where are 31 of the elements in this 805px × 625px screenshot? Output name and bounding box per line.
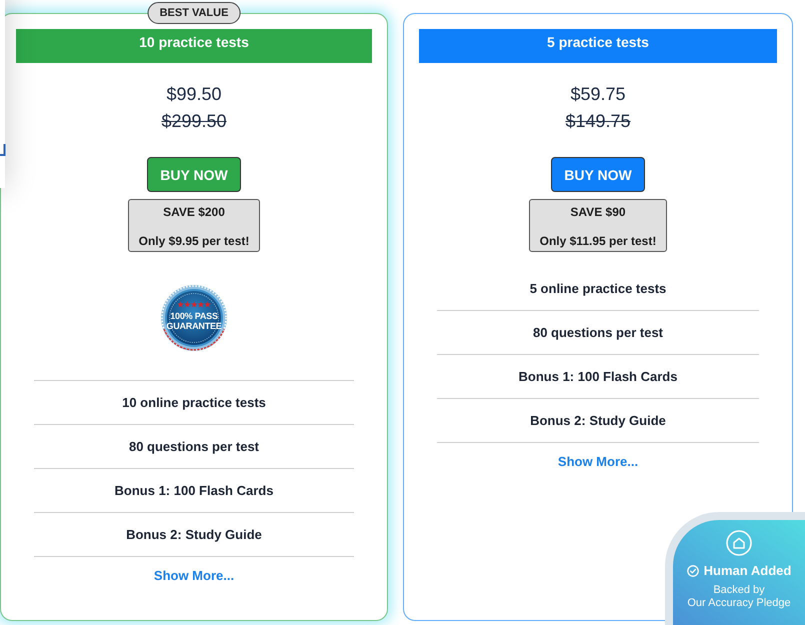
best-value-badge: BEST VALUE — [148, 2, 240, 24]
feature-text: Bonus 1: 100 Flash Cards — [518, 369, 678, 384]
plan-title-bar: 5 practice tests — [419, 29, 777, 63]
feature-text: Bonus 1: 100 Flash Cards — [114, 483, 274, 498]
show-more-link[interactable]: Show More... — [558, 453, 638, 471]
house-icon — [726, 530, 752, 556]
feature-text: 10 online practice tests — [122, 395, 266, 410]
pledge-text: Backed by Our Accuracy Pledge — [687, 584, 791, 609]
feature-text: Bonus 2: Study Guide — [126, 527, 262, 542]
buy-now-button[interactable]: BUY NOW — [147, 157, 241, 192]
feature-text: Bonus 2: Study Guide — [530, 413, 666, 428]
price: $99.50 — [166, 83, 222, 106]
bracket-icon — [0, 144, 6, 156]
per-test-price: Only $9.95 per test! — [138, 233, 250, 249]
buy-now-button[interactable]: BUY NOW — [551, 157, 645, 192]
show-more-link[interactable]: Show More... — [154, 567, 234, 585]
feature-text: 5 online practice tests — [530, 281, 666, 296]
guarantee-seal — [159, 283, 229, 353]
savings-text: SAVE $90 — [570, 204, 626, 220]
price: $59.75 — [570, 83, 626, 106]
original-price: $149.75 — [565, 110, 631, 133]
feature-text: 80 questions per test — [532, 325, 664, 340]
per-test-price: Only $11.95 per test! — [540, 233, 656, 249]
original-price: $299.50 — [161, 110, 227, 133]
feature-text: 80 questions per test — [128, 439, 260, 454]
plan-title-bar: 10 practice tests — [16, 29, 372, 63]
seal-text: 100% PASS GUARANTEE — [166, 311, 222, 331]
check-circle-icon — [686, 565, 699, 577]
savings-text: SAVE $200 — [163, 204, 225, 220]
human-added-title: Human Added — [704, 563, 792, 579]
stars-icon — [177, 301, 211, 308]
